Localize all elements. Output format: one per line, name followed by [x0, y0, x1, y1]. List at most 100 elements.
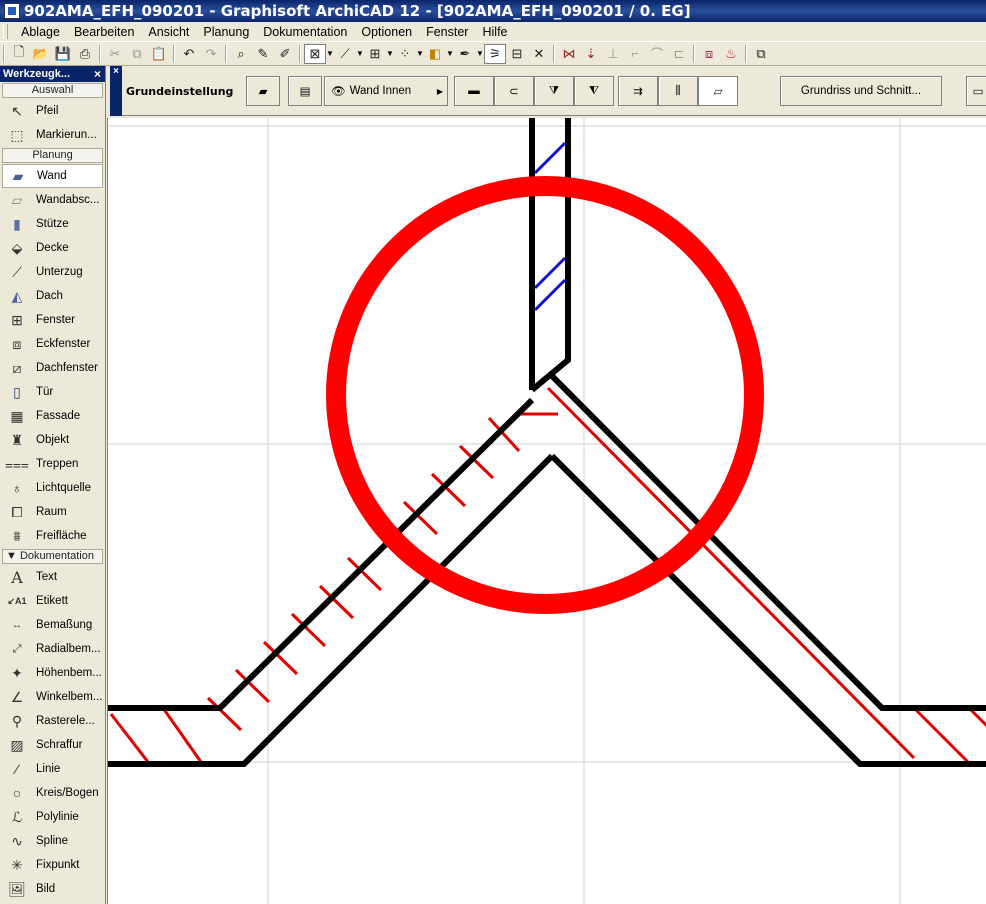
toolbox-title-bar[interactable]: Werkzeugk... ×: [0, 66, 105, 82]
tool-objekt[interactable]: ♜ Objekt: [0, 428, 105, 452]
tool-pfeil[interactable]: ↖ Pfeil: [0, 99, 105, 123]
open-folder-icon[interactable]: 📂: [30, 44, 52, 64]
tool-linie[interactable]: ⁄ Linie: [0, 757, 105, 781]
wall-slanted-icon[interactable]: ⧨: [574, 76, 614, 106]
chevron-down-icon[interactable]: ▼: [446, 49, 454, 58]
window-tile-icon[interactable]: ⧉: [750, 44, 772, 64]
adjust-icon[interactable]: ⇣: [580, 44, 602, 64]
tool-rasterelement[interactable]: ⚲ Rasterele...: [0, 709, 105, 733]
tool-dachfenster[interactable]: ⧄ Dachfenster: [0, 356, 105, 380]
wall-geometry-icon[interactable]: ▤: [288, 76, 322, 106]
3d-view-icon[interactable]: ⧈: [698, 44, 720, 64]
copy-icon[interactable]: ⧉: [126, 44, 148, 64]
chevron-down-icon[interactable]: ▼: [356, 49, 364, 58]
split-icon[interactable]: ⋈: [558, 44, 580, 64]
wall-vertical[interactable]: [529, 118, 571, 393]
grid-snap-icon[interactable]: ⊞: [364, 44, 386, 64]
layer-select-button[interactable]: 👁 Wand Innen ▶: [324, 76, 448, 106]
wall-settings-icon[interactable]: ▰: [246, 76, 280, 106]
print-icon[interactable]: ⎙: [74, 44, 96, 64]
gravity-icon[interactable]: ⊠: [304, 43, 326, 64]
tool-fassade[interactable]: ▦ Fassade: [0, 404, 105, 428]
tool-decke[interactable]: ⬙ Decke: [0, 236, 105, 260]
chevron-down-icon[interactable]: ▼: [416, 49, 424, 58]
tool-fenster[interactable]: ⊞ Fenster: [0, 308, 105, 332]
tool-bild[interactable]: 🖼 Bild: [0, 877, 105, 901]
tool-lichtquelle[interactable]: ♁ Lichtquelle: [0, 476, 105, 500]
distribute-icon[interactable]: ⊏: [668, 44, 690, 64]
scale-icon[interactable]: ⊟: [506, 44, 528, 64]
tool-dach[interactable]: ◭ Dach: [0, 284, 105, 308]
find-select-icon[interactable]: ⌕: [230, 44, 252, 64]
snap-guides-icon[interactable]: ⟋: [334, 44, 356, 64]
paste-icon[interactable]: 📋: [148, 44, 170, 64]
chevron-down-icon[interactable]: ▼: [326, 49, 334, 58]
tool-treppen[interactable]: ⩶ Treppen: [0, 452, 105, 476]
section-auswahl[interactable]: Auswahl: [2, 83, 103, 98]
redo-icon[interactable]: ↷: [200, 44, 222, 64]
layers-icon[interactable]: ◧: [424, 44, 446, 64]
tool-radialbemassung[interactable]: ⤢ Radialbem...: [0, 637, 105, 661]
menu-optionen[interactable]: Optionen: [354, 25, 419, 39]
floor-plan-section-button[interactable]: Grundriss und Schnitt...: [780, 76, 942, 106]
render-icon[interactable]: ♨: [720, 44, 742, 64]
geometry-method-icon[interactable]: ⇉: [618, 76, 658, 106]
inject-parameters-icon[interactable]: ✐: [274, 44, 296, 64]
intersect-icon[interactable]: ⊥: [602, 44, 624, 64]
menu-planung[interactable]: Planung: [196, 25, 256, 39]
section-dokumentation[interactable]: ▼ Dokumentation: [2, 549, 103, 564]
pen-set-icon[interactable]: ✒: [454, 44, 476, 64]
chevron-down-icon[interactable]: ▼: [386, 49, 394, 58]
tool-spline[interactable]: ∿ Spline: [0, 829, 105, 853]
cut-icon[interactable]: ✂: [104, 44, 126, 64]
new-file-icon[interactable]: 🗋: [8, 44, 30, 64]
tool-stuetze[interactable]: ▮ Stütze: [0, 212, 105, 236]
tool-etikett[interactable]: ↙A1 Etikett: [0, 589, 105, 613]
menu-fenster[interactable]: Fenster: [419, 25, 475, 39]
toolbar-grip[interactable]: [3, 44, 5, 63]
tool-kreis-bogen[interactable]: ○ Kreis/Bogen: [0, 781, 105, 805]
chevron-down-icon[interactable]: ▼: [476, 49, 484, 58]
reference-line-icon[interactable]: ⊂: [494, 76, 534, 106]
menu-ansicht[interactable]: Ansicht: [141, 25, 196, 39]
tool-tuer[interactable]: ▯ Tür: [0, 380, 105, 404]
tool-raum[interactable]: ⧠ Raum: [0, 500, 105, 524]
menu-bearbeiten[interactable]: Bearbeiten: [67, 25, 141, 39]
fillet-icon[interactable]: ⌒: [646, 44, 668, 64]
cross-icon[interactable]: ✕: [528, 44, 550, 64]
close-icon[interactable]: ×: [94, 67, 105, 81]
tool-unterzug[interactable]: ⟋ Unterzug: [0, 260, 105, 284]
tool-markierung[interactable]: ⬚ Markierun...: [0, 123, 105, 147]
floor-plan-canvas[interactable]: [107, 118, 986, 904]
wall-left-diagonal[interactable]: [108, 397, 558, 767]
close-icon[interactable]: ×: [110, 66, 122, 116]
monitor-icon[interactable]: ▭: [966, 76, 986, 106]
tool-eckfenster[interactable]: ⧈ Eckfenster: [0, 332, 105, 356]
wall-chain-icon[interactable]: ⫼: [658, 76, 698, 106]
wall-rectangle-icon[interactable]: ▱: [698, 76, 738, 106]
undo-icon[interactable]: ↶: [178, 44, 200, 64]
line-type-icon[interactable]: ▬: [454, 76, 494, 106]
tool-fixpunkt[interactable]: ✳ Fixpunkt: [0, 853, 105, 877]
edit-lines-icon[interactable]: ⌐: [624, 44, 646, 64]
tool-freiflaeche[interactable]: ⩩ Freifläche: [0, 524, 105, 548]
trace-reference-icon[interactable]: ⚞: [484, 43, 506, 64]
save-icon[interactable]: 💾: [52, 44, 74, 64]
tool-polylinie[interactable]: ℒ Polylinie: [0, 805, 105, 829]
menu-dokumentation[interactable]: Dokumentation: [256, 25, 354, 39]
tool-winkelbemassung[interactable]: ∠ Winkelbem...: [0, 685, 105, 709]
section-planung[interactable]: Planung: [2, 148, 103, 163]
tool-wandabschluss[interactable]: ▱ Wandabsc...: [0, 188, 105, 212]
tool-wand[interactable]: ▰ Wand: [2, 164, 103, 188]
tool-schraffur[interactable]: ▨ Schraffur: [0, 733, 105, 757]
tool-hoehenbemassung[interactable]: ✦ Höhenbem...: [0, 661, 105, 685]
wall-profile-icon[interactable]: ⧩: [534, 76, 574, 106]
menubar-grip[interactable]: [3, 24, 8, 39]
tool-text[interactable]: A Text: [0, 565, 105, 589]
archicad-app-icon[interactable]: [4, 3, 20, 19]
wall-right-diagonal[interactable]: [546, 373, 986, 767]
menu-hilfe[interactable]: Hilfe: [475, 25, 514, 39]
menu-ablage[interactable]: Ablage: [14, 25, 67, 39]
tool-bemassung[interactable]: ↔ Bemaßung: [0, 613, 105, 637]
pick-up-parameters-icon[interactable]: ✎: [252, 44, 274, 64]
